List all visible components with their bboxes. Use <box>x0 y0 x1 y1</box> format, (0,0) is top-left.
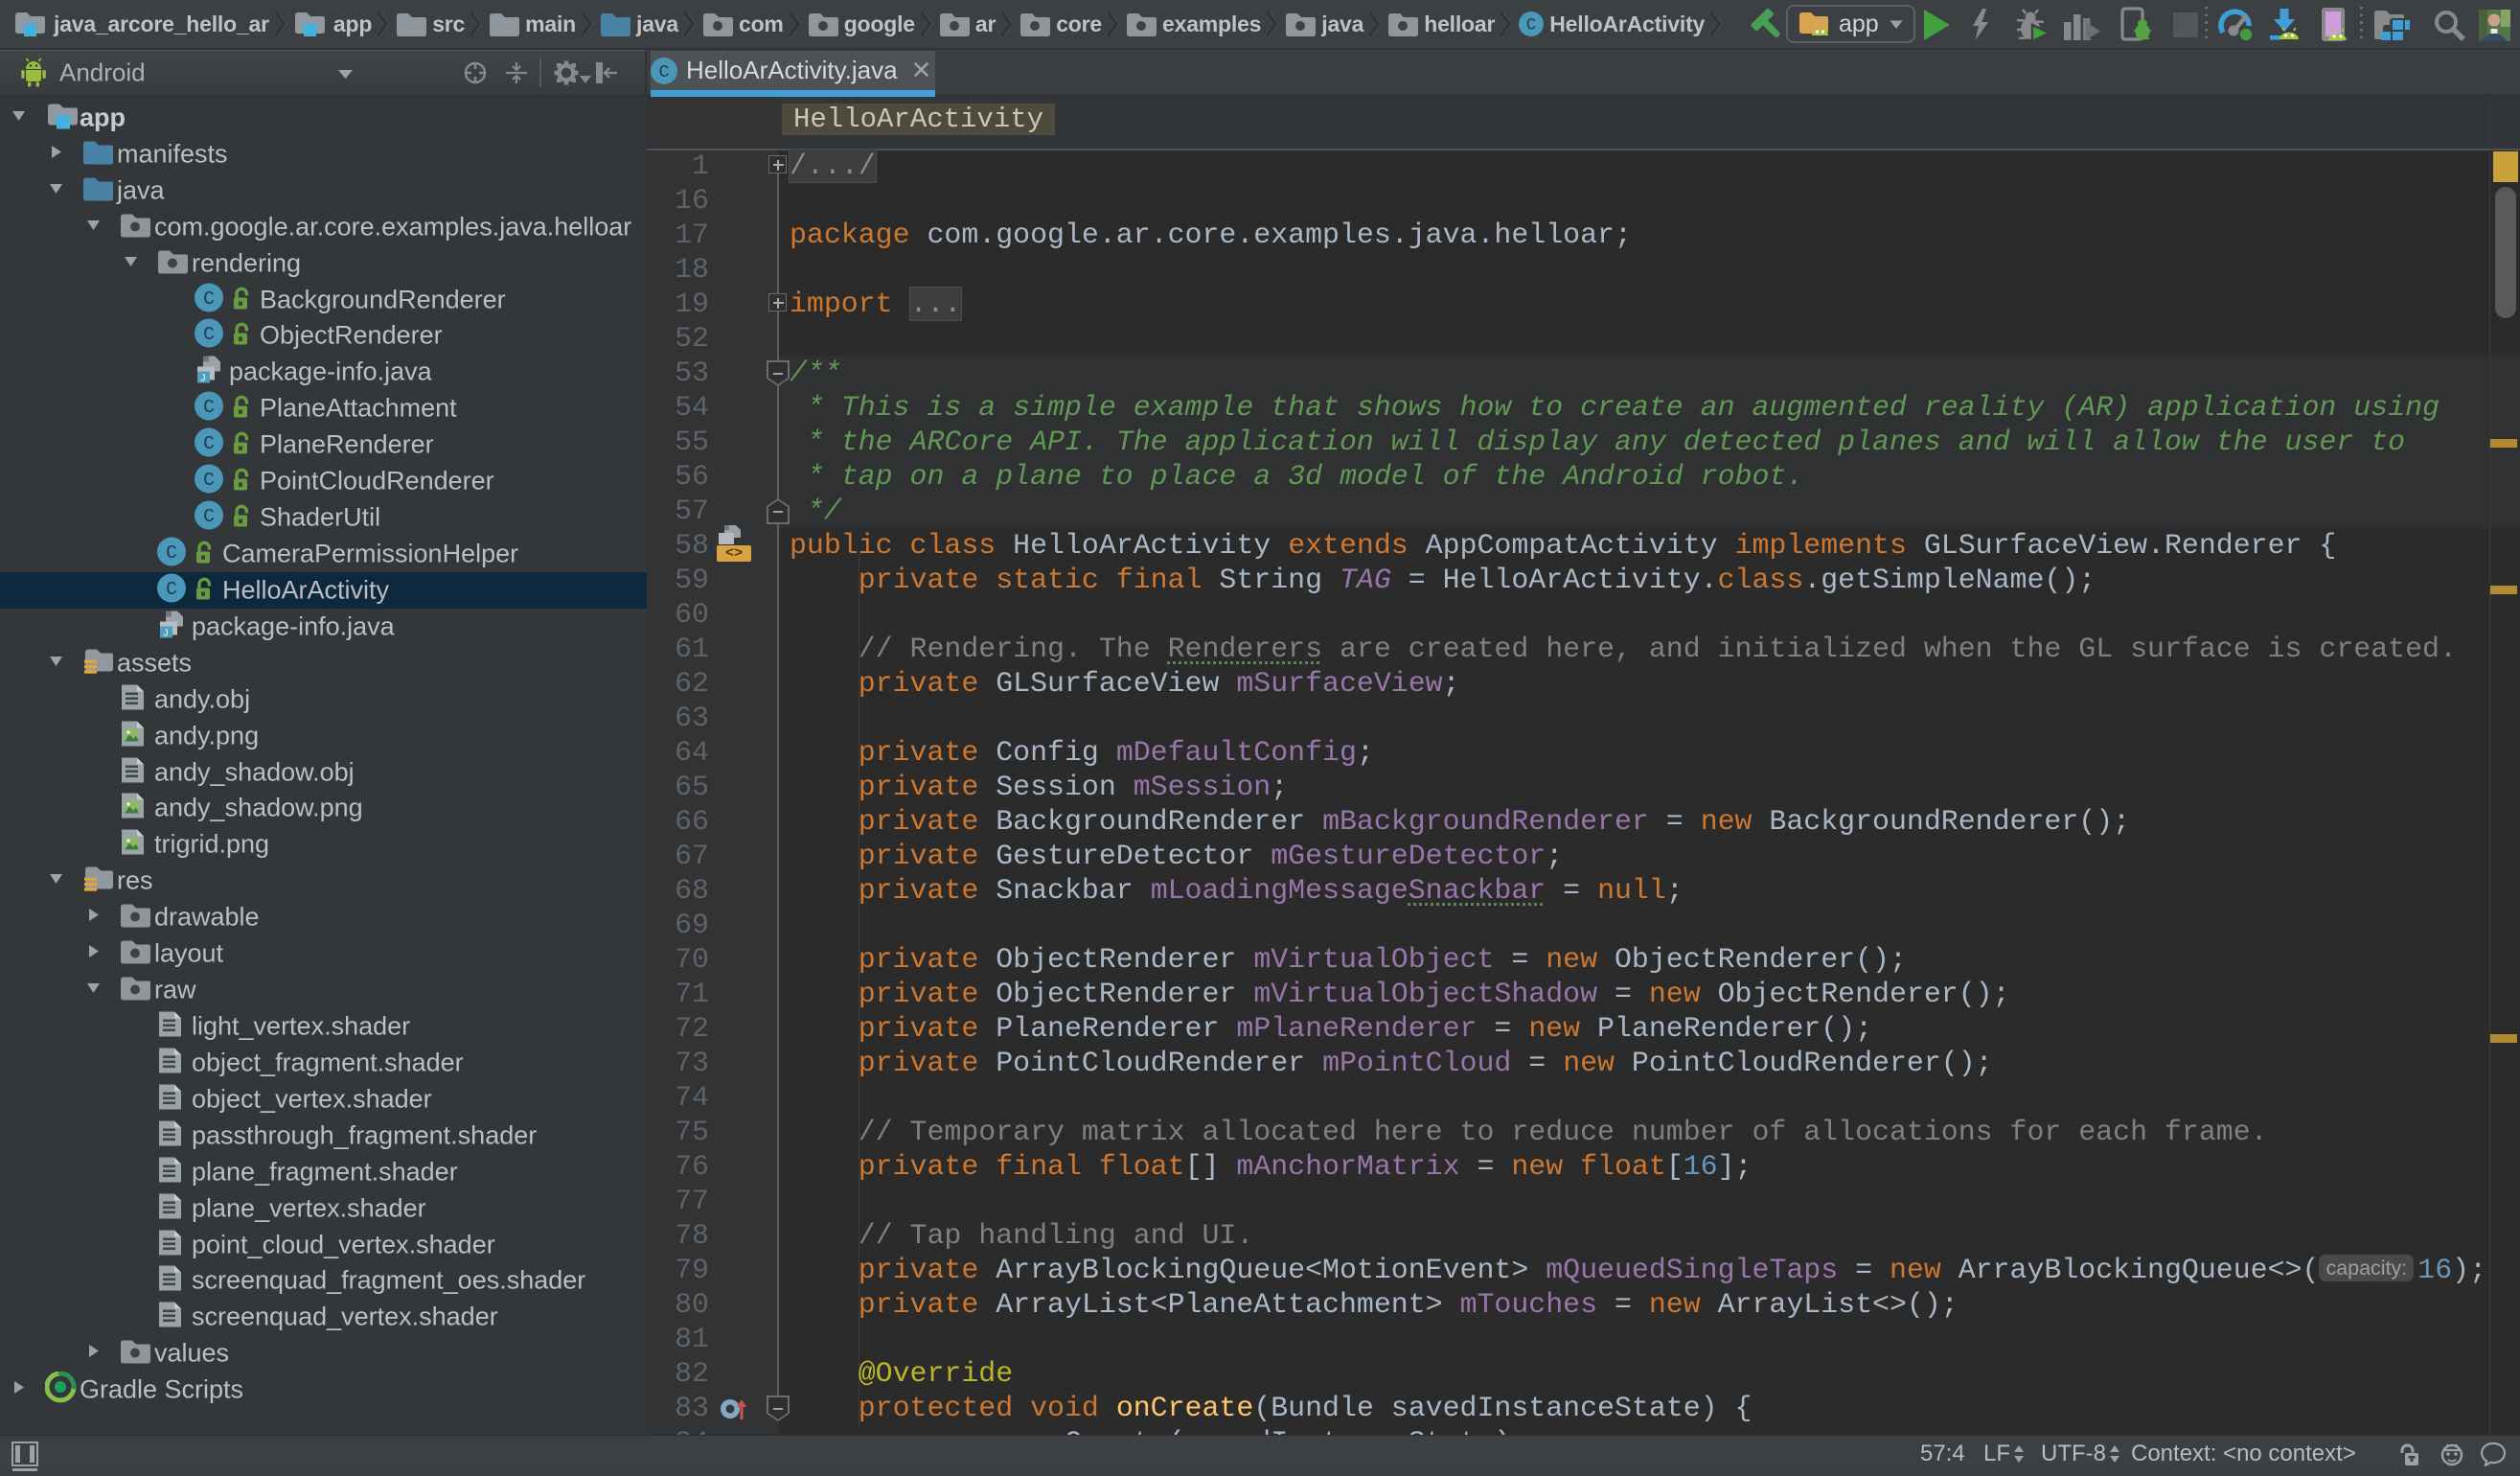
svg-text:C: C <box>203 433 215 454</box>
svg-text:J: J <box>164 628 169 638</box>
svg-text:C: C <box>1526 17 1536 35</box>
svg-text:C: C <box>203 397 215 418</box>
svg-text:C: C <box>203 325 215 346</box>
svg-text:C: C <box>203 288 215 310</box>
svg-text:J: J <box>201 374 206 384</box>
svg-text:C: C <box>166 579 177 600</box>
svg-text:C: C <box>658 62 669 82</box>
svg-text:C: C <box>166 542 177 564</box>
svg-text:C: C <box>203 506 215 527</box>
svg-text:C: C <box>203 470 215 491</box>
